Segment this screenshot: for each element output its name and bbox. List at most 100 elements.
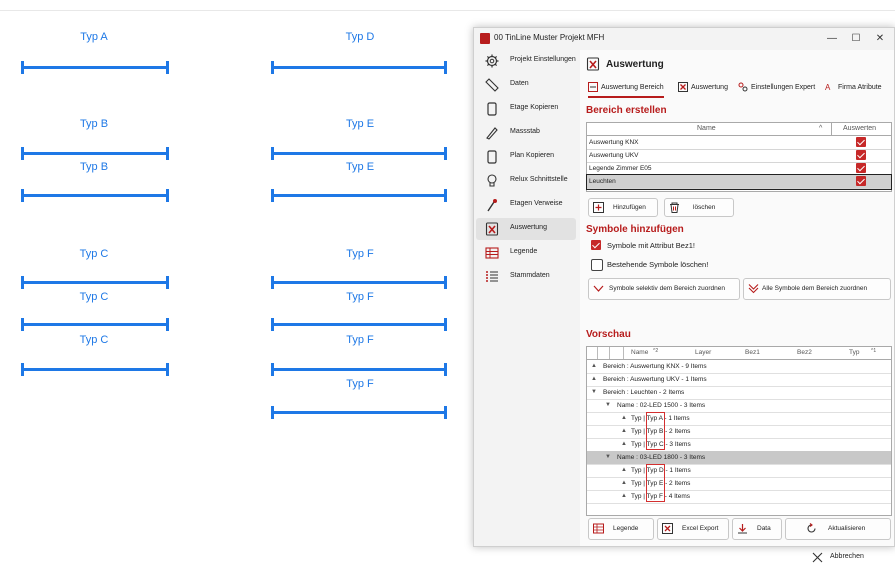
column-divider	[609, 347, 610, 359]
tree-row-group[interactable]: ▲ Bereich : Auswertung KNX - 9 Items	[587, 360, 891, 374]
preview-tree-grid: Name ^2 Layer Bez1 Bez2 Typ ^1 ▲ Bereich …	[586, 346, 892, 516]
sidebar-item-label: Stammdaten	[510, 272, 550, 279]
expand-icon[interactable]: ▲	[591, 376, 597, 382]
cad-line-bar[interactable]	[271, 318, 447, 331]
delete-button[interactable]: löschen	[664, 198, 734, 217]
cad-line-bar[interactable]	[271, 276, 447, 289]
refresh-button[interactable]: Aktualisieren	[785, 518, 891, 540]
tree-row-group[interactable]: ▼ Bereich : Leuchten - 2 Items	[587, 386, 891, 400]
tree-row-group[interactable]: ▲ Bereich : Auswertung UKV - 1 Items	[587, 373, 891, 387]
sidebar-item-plan-kopieren[interactable]: Plan Kopieren	[476, 146, 576, 168]
expand-icon[interactable]: ▲	[621, 415, 627, 421]
cancel-button[interactable]: Abbrechen	[806, 551, 892, 565]
highlight-box	[646, 412, 665, 450]
sort-indicator: ^2	[653, 348, 659, 354]
checkbox-auswerten[interactable]	[856, 163, 866, 173]
assign-all-label: Alle Symbole dem Bereich zuordnen	[762, 285, 868, 292]
checkbox-unchecked[interactable]	[591, 259, 603, 271]
close-button[interactable]: ✕	[870, 31, 890, 47]
maximize-button[interactable]: ☐	[846, 31, 866, 47]
tree-row-item[interactable]: ▲ Typ | Typ A - 1 Items	[587, 412, 891, 426]
excel-icon	[485, 222, 499, 236]
copy-icon	[487, 102, 497, 116]
data-button[interactable]: Data	[732, 518, 782, 540]
tree-row-subgroup-selected[interactable]: ▼ Name : 03-LED 1800 - 3 Items	[587, 451, 891, 465]
sidebar-item-projekt-einstellungen[interactable]: Projekt Einstellungen	[476, 50, 576, 72]
column-header-name[interactable]: Name	[631, 349, 648, 356]
minimize-button[interactable]: —	[822, 31, 842, 47]
tree-row-subgroup[interactable]: ▼ Name : 02-LED 1500 - 3 Items	[587, 399, 891, 413]
assign-selective-button[interactable]: Symbole selektiv dem Bereich zuordnen	[588, 278, 740, 300]
sidebar-item-relux-schnittstelle[interactable]: Relux Schnittstelle	[476, 170, 576, 192]
footer-toolbar: Legende Excel Export Data Aktualisieren	[580, 518, 894, 546]
table-row-selected[interactable]: Leuchten	[586, 174, 892, 190]
column-header-auswerten[interactable]: Auswerten	[843, 125, 876, 132]
expand-icon[interactable]: ▲	[621, 428, 627, 434]
cad-line-bar[interactable]	[271, 61, 447, 74]
row-name: Leuchten	[589, 178, 616, 185]
checkbox-auswerten[interactable]	[856, 137, 866, 147]
sidebar-item-daten[interactable]: Daten	[476, 74, 576, 96]
sidebar-item-massstab[interactable]: Massstab	[476, 122, 576, 144]
sidebar-item-stammdaten[interactable]: Stammdaten	[476, 266, 576, 288]
row-name: Legende Zimmer E05	[589, 165, 652, 172]
table-row[interactable]: Auswertung UKV	[587, 149, 891, 163]
checkbox-checked[interactable]	[591, 240, 601, 250]
cad-line-bar[interactable]	[21, 276, 169, 289]
table-row[interactable]: Auswertung KNX	[587, 136, 891, 150]
cad-line-bar[interactable]	[271, 189, 447, 202]
cad-line-bar[interactable]	[271, 363, 447, 376]
assign-selective-label: Symbole selektiv dem Bereich zuordnen	[609, 285, 725, 292]
tree-row-item[interactable]: ▲ Typ | Typ B - 2 Items	[587, 425, 891, 439]
collapse-icon[interactable]: ▼	[605, 454, 611, 460]
tab-firma-atribute[interactable]: A Firma Atribute	[825, 82, 882, 96]
expand-icon[interactable]: ▲	[621, 480, 627, 486]
sidebar-item-auswertung[interactable]: Auswertung	[476, 218, 576, 240]
collapse-icon[interactable]: ▼	[605, 402, 611, 408]
cad-line-bar[interactable]	[271, 406, 447, 419]
sidebar-item-legende[interactable]: Legende	[476, 242, 576, 264]
column-header-layer[interactable]: Layer	[695, 349, 711, 356]
sort-icon[interactable]: ^	[819, 125, 822, 132]
area-icon	[588, 82, 598, 92]
highlight-box	[646, 464, 665, 502]
tree-row-item[interactable]: ▲ Typ | Typ C - 3 Items	[587, 438, 891, 452]
ruler-icon	[485, 78, 499, 92]
sidebar-item-label: Plan Kopieren	[510, 152, 554, 159]
expand-icon[interactable]: ▲	[621, 467, 627, 473]
section-vorschau: Vorschau	[586, 329, 631, 340]
tab-einstellungen-expert[interactable]: Einstellungen Expert	[738, 82, 815, 96]
expand-icon[interactable]: ▲	[621, 493, 627, 499]
tree-row-item[interactable]: ▲ Typ | Typ D - 1 Items	[587, 464, 891, 478]
excel-export-button[interactable]: Excel Export	[657, 518, 729, 540]
add-button[interactable]: Hinzufügen	[588, 198, 658, 217]
tree-row-item[interactable]: ▲ Typ | Typ F - 4 Items	[587, 490, 891, 504]
checkbox-auswerten[interactable]	[856, 150, 866, 160]
collapse-icon[interactable]: ▼	[591, 389, 597, 395]
expand-icon[interactable]: ▲	[591, 363, 597, 369]
table-row[interactable]: Legende Zimmer E05	[587, 162, 891, 176]
excel-icon	[678, 82, 688, 92]
legende-button[interactable]: Legende	[588, 518, 654, 540]
assign-all-button[interactable]: Alle Symbole dem Bereich zuordnen	[743, 278, 891, 300]
sidebar-item-etagen-verweise[interactable]: Etagen Verweise	[476, 194, 576, 216]
column-header-bez1[interactable]: Bez1	[745, 349, 760, 356]
tab-auswertung[interactable]: Auswertung	[678, 82, 728, 96]
tree-row-item[interactable]: ▲ Typ | Typ E - 2 Items	[587, 477, 891, 491]
checkbox-auswerten[interactable]	[856, 176, 866, 186]
column-header-name[interactable]: Name	[697, 125, 716, 132]
sort-indicator: ^1	[871, 348, 877, 354]
cad-line-bar[interactable]	[21, 147, 169, 160]
tab-auswertung-bereich[interactable]: Auswertung Bereich	[588, 82, 664, 98]
cad-line-bar[interactable]	[21, 189, 169, 202]
column-header-typ[interactable]: Typ	[849, 349, 859, 356]
cad-line-bar[interactable]	[21, 318, 169, 331]
title-bar[interactable]: 00 TinLine Muster Projekt MFH — ☐ ✕	[474, 28, 894, 50]
column-header-bez2[interactable]: Bez2	[797, 349, 812, 356]
tab-label: Firma Atribute	[838, 83, 882, 91]
cad-line-bar[interactable]	[21, 61, 169, 74]
cad-line-bar[interactable]	[271, 147, 447, 160]
expand-icon[interactable]: ▲	[621, 441, 627, 447]
cad-line-bar[interactable]	[21, 363, 169, 376]
sidebar-item-etage-kopieren[interactable]: Etage Kopieren	[476, 98, 576, 120]
